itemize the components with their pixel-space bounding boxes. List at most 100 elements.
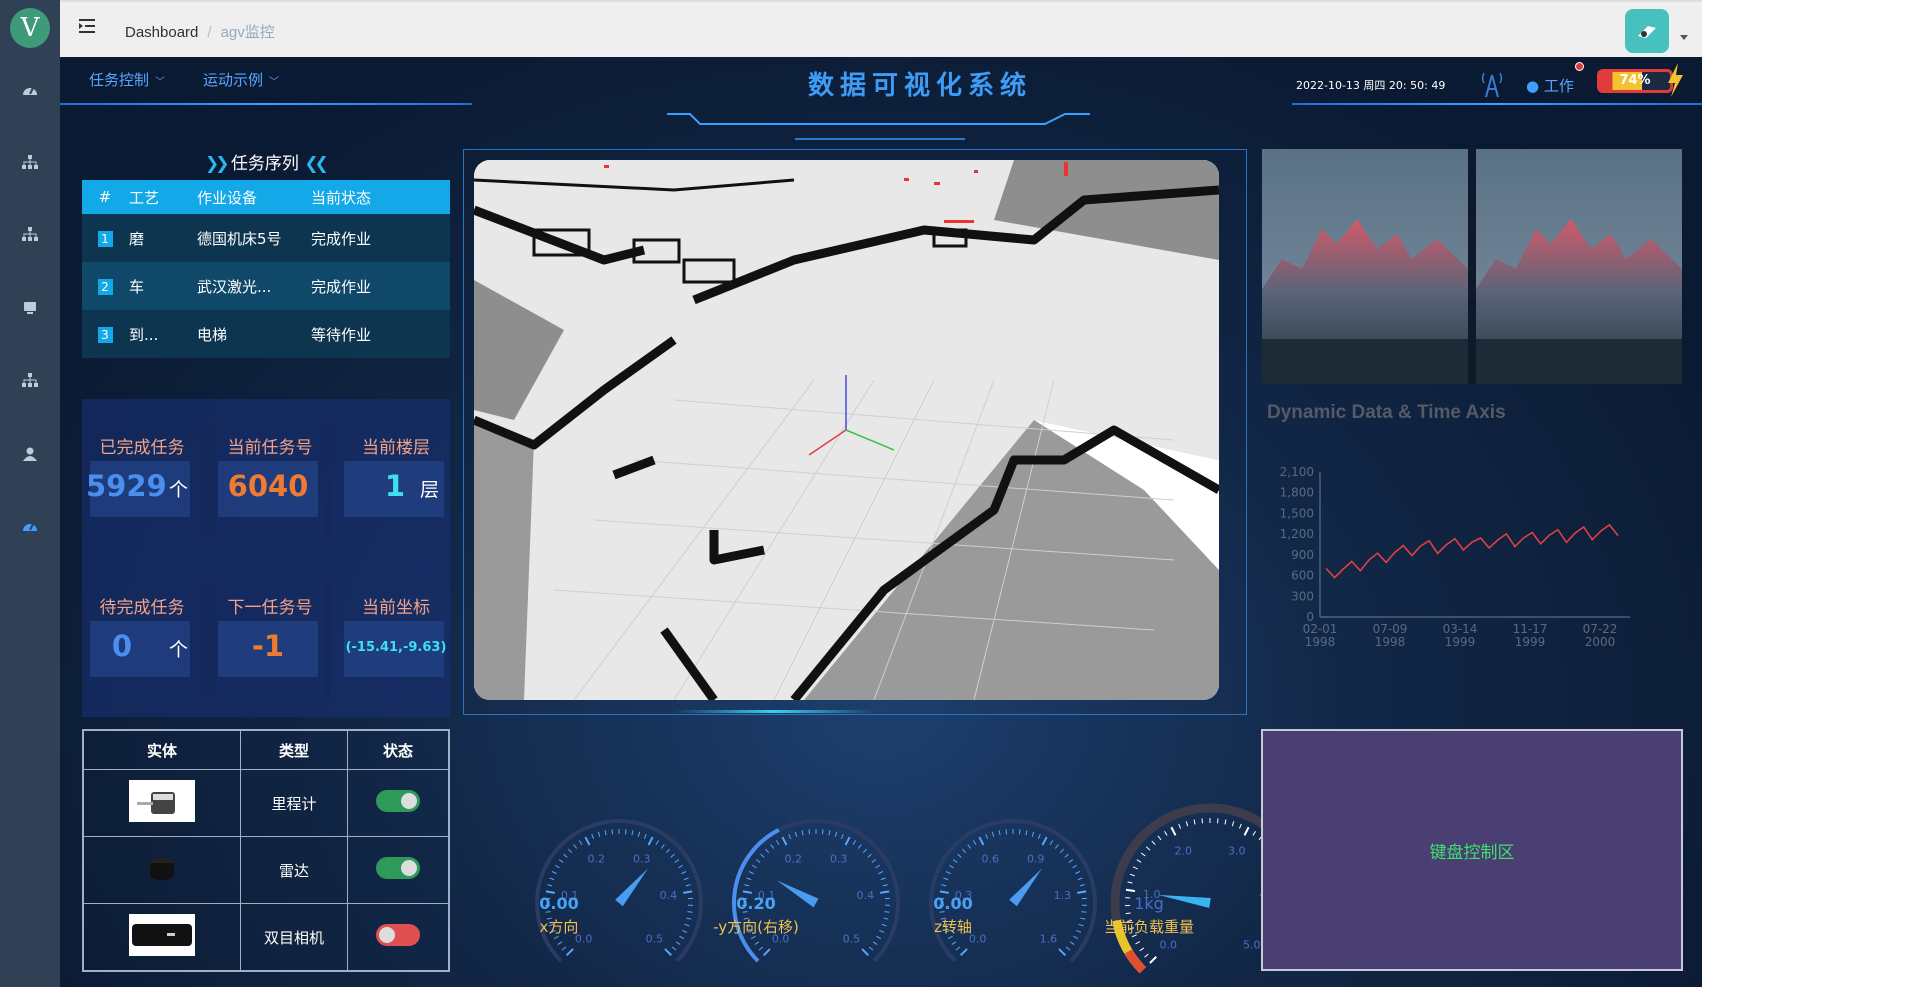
gauge-tick-label: 0.4 — [857, 889, 875, 902]
pending-tasks-unit: 个 — [169, 639, 189, 661]
sidebar-item-guide[interactable] — [0, 296, 60, 320]
gauge-tick — [1079, 884, 1085, 887]
gauge-tick — [998, 830, 1001, 836]
y-tick-label: 1,800 — [1280, 486, 1314, 500]
gauge-tick — [683, 877, 689, 881]
gauge-tick — [1193, 819, 1196, 825]
navbar: Dashboard / agv监控 — [60, 0, 1702, 57]
stereo-camera-toggle[interactable] — [376, 924, 420, 946]
gauge-tick — [1069, 941, 1075, 946]
table-row[interactable]: 2 车 武汉激光... 完成作业 — [82, 262, 450, 310]
y-tick-label: 300 — [1291, 589, 1314, 603]
gauge-tick — [746, 877, 752, 881]
sensor-type: 雷达 — [240, 836, 348, 904]
gauge-tick — [762, 948, 771, 957]
table-row[interactable]: 3 到... 电梯 等待作业 — [82, 310, 450, 358]
gauge-tick-label: 0.5 — [646, 932, 664, 945]
gauge-tick — [868, 946, 874, 951]
hamburger-icon[interactable] — [78, 18, 96, 38]
sidebar-item-tree-3[interactable] — [0, 368, 60, 392]
mountain-photos — [1262, 149, 1682, 384]
gauge-tick-label: 0.9 — [1027, 852, 1045, 865]
table-row[interactable]: 1 磨 德国机床5号 完成作业 — [82, 214, 450, 262]
next-task-label: 下一任务号 — [227, 598, 313, 618]
gauge-tick — [1145, 846, 1151, 851]
x-tick-label: 11-17 — [1513, 622, 1548, 636]
pending-tasks-value: 0 — [111, 629, 133, 663]
sidebar-item-dashboard[interactable] — [0, 78, 60, 102]
completed-tasks-unit: 个 — [169, 479, 189, 501]
toggle-knob — [379, 927, 395, 943]
gauge-tick — [1135, 941, 1141, 945]
sidebar-item-tree-1[interactable] — [0, 150, 60, 174]
menu-motion-example[interactable]: 运动示例 ﹀ — [203, 69, 279, 90]
chevron-down-icon[interactable] — [1680, 35, 1688, 40]
col-state: 状态 — [347, 729, 450, 770]
gauge-tick — [760, 853, 765, 858]
sidebar-item-user[interactable] — [0, 442, 60, 466]
gauge-tick-label: 2.0 — [1174, 844, 1192, 857]
row-number: 3 — [97, 327, 113, 343]
app-logo[interactable]: V — [10, 8, 50, 48]
gauge-tick — [665, 848, 671, 854]
row-device: 武汉激光... — [196, 262, 310, 310]
gauge-tick — [844, 836, 851, 846]
gauge-tick — [664, 948, 673, 957]
gauge-tick-label: 5.0 — [1243, 939, 1261, 952]
odometer-toggle[interactable] — [376, 790, 420, 812]
gauge-tick — [678, 864, 683, 869]
gauge-tick — [1049, 840, 1054, 846]
x-tick-label: 1999 — [1515, 635, 1546, 649]
table-row: 雷达 — [82, 836, 450, 904]
sensor-type: 双目相机 — [240, 903, 348, 972]
lidar-toggle[interactable] — [376, 857, 420, 879]
gauge-tick — [1224, 819, 1227, 825]
gauge-tick — [943, 877, 949, 881]
breadcrumb-dashboard[interactable]: Dashboard — [125, 24, 198, 41]
current-floor-unit: 层 — [420, 479, 440, 501]
gauge-tick-label: 1.6 — [1040, 932, 1058, 945]
gauge-tick — [1058, 948, 1067, 957]
sidebar-item-dashboard-active[interactable] — [0, 514, 60, 538]
rviz-map[interactable] — [474, 160, 1219, 700]
gauge-tick — [1157, 835, 1162, 841]
gauge-tick — [1072, 864, 1077, 869]
gauge-tick — [675, 941, 681, 946]
row-device: 电梯 — [196, 310, 310, 358]
row-device: 德国机床5号 — [196, 214, 310, 262]
menu-task-control[interactable]: 任务控制 ﹀ — [89, 69, 165, 90]
dashboard-icon — [23, 87, 37, 95]
gauge-tick — [1125, 888, 1136, 893]
sidebar-item-tree-2[interactable] — [0, 222, 60, 246]
location-icon: ● — [1526, 77, 1540, 95]
breadcrumb-current: agv监控 — [220, 24, 275, 41]
avatar-icon — [1638, 26, 1656, 38]
gauge-tick — [1064, 853, 1069, 858]
camera-photos — [1262, 149, 1682, 384]
avatar[interactable] — [1625, 9, 1669, 53]
occupancy-map[interactable] — [474, 160, 1219, 700]
tree-icon — [22, 227, 38, 241]
row-status: 完成作业 — [310, 214, 450, 262]
gauge-tick — [1075, 871, 1081, 875]
map-viewport[interactable] — [463, 149, 1247, 715]
y-tick-label: 2,100 — [1280, 465, 1314, 479]
gauge-tick — [674, 859, 680, 863]
x-tick-label: 03-14 — [1443, 622, 1478, 636]
gauge-tick-label: 0.6 — [982, 852, 1000, 865]
gauge-tick — [597, 831, 601, 837]
gauge-tick — [655, 840, 660, 846]
gauge-tick — [604, 830, 607, 836]
keyboard-control-area[interactable]: 键盘控制区 — [1261, 729, 1683, 971]
gauge-tick — [1178, 823, 1182, 829]
dashboard-screen: 任务控制 ﹀ 运动示例 ﹀ 数据可视化系统 2022-10-13 周四 20: 50… — [60, 57, 1702, 987]
gauge-tick — [862, 848, 868, 854]
gauge-tick — [840, 834, 844, 840]
gauge-tick — [555, 864, 560, 869]
gauge-tick — [671, 946, 677, 951]
gauge-tick — [764, 848, 770, 854]
sidebar: V — [0, 0, 60, 987]
col-entity: 实体 — [82, 729, 241, 770]
pending-tasks-label: 待完成任务 — [99, 598, 185, 618]
gauge-tick — [565, 948, 574, 957]
